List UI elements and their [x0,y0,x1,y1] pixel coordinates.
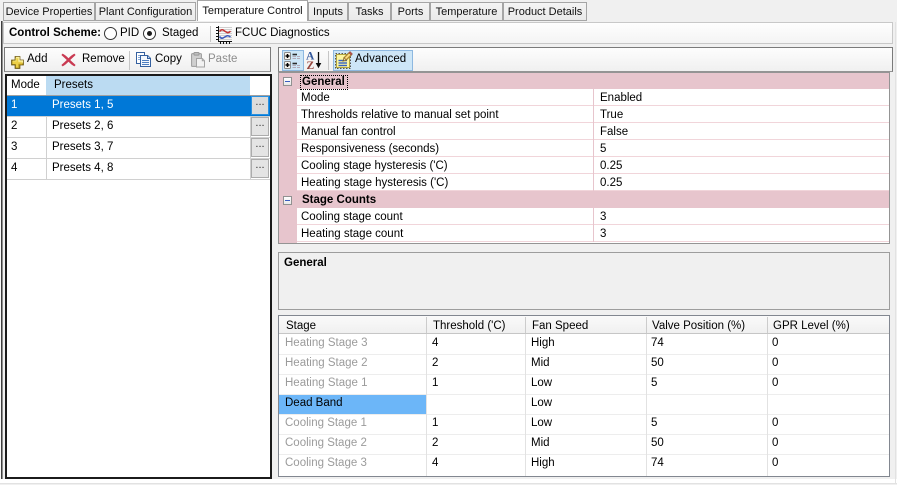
svg-text:Z: Z [307,60,315,70]
